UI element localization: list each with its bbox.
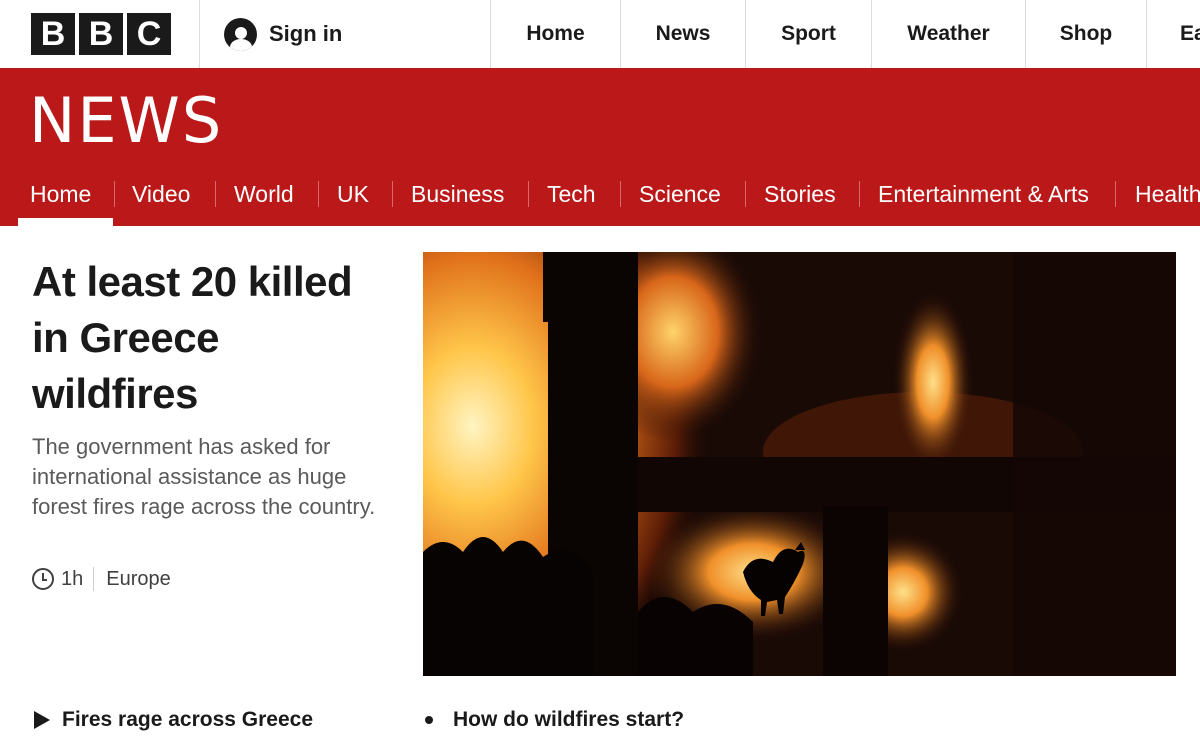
logo-letter: B <box>79 13 123 55</box>
divider <box>528 181 529 207</box>
global-nav-earth[interactable]: Ea <box>1180 0 1200 68</box>
top-story-headline[interactable]: At least 20 killed in Greece wildfires <box>32 254 392 422</box>
related-link-label: How do wildfires start? <box>453 708 685 731</box>
divider <box>392 181 393 207</box>
related-link-video[interactable]: Fires rage across Greece <box>34 704 313 736</box>
divider <box>859 181 860 207</box>
section-world[interactable]: World <box>234 168 294 226</box>
divider <box>620 181 621 207</box>
logo-letter: B <box>31 13 75 55</box>
story-meta: 1h Europe <box>32 564 171 594</box>
clock-icon <box>32 568 54 590</box>
bbc-logo[interactable]: B B C <box>31 13 171 55</box>
divider <box>1146 0 1147 68</box>
wildfire-photo <box>423 252 1176 676</box>
section-video[interactable]: Video <box>132 168 190 226</box>
news-wordmark[interactable]: NEWS <box>29 88 223 154</box>
section-science[interactable]: Science <box>639 168 721 226</box>
divider <box>215 181 216 207</box>
global-nav-home[interactable]: Home <box>491 0 620 68</box>
section-uk[interactable]: UK <box>337 168 369 226</box>
bullet-icon <box>425 716 433 724</box>
global-header: B B C Sign in Home News Sport Weather Sh… <box>0 0 1200 69</box>
global-nav-shop[interactable]: Shop <box>1026 0 1146 68</box>
story-region-link[interactable]: Europe <box>106 568 171 591</box>
section-entertainment-arts[interactable]: Entertainment & Arts <box>878 168 1089 226</box>
section-tech[interactable]: Tech <box>547 168 596 226</box>
top-story-summary: The government has asked for internation… <box>32 434 376 519</box>
active-section-indicator <box>18 218 113 226</box>
logo-letter: C <box>127 13 171 55</box>
user-icon <box>224 17 257 51</box>
global-nav-news[interactable]: News <box>621 0 745 68</box>
divider <box>199 0 200 68</box>
section-stories[interactable]: Stories <box>764 168 836 226</box>
global-nav-weather[interactable]: Weather <box>872 0 1025 68</box>
divider <box>318 181 319 207</box>
divider <box>745 181 746 207</box>
sign-in-label: Sign in <box>269 21 343 46</box>
global-nav-sport[interactable]: Sport <box>746 0 871 68</box>
story-timestamp: 1h <box>61 567 84 590</box>
related-link-label: Fires rage across Greece <box>62 708 313 731</box>
sign-in-button[interactable]: Sign in <box>224 0 342 68</box>
section-business[interactable]: Business <box>411 168 504 226</box>
related-link-article[interactable]: How do wildfires start? <box>425 704 684 736</box>
top-story-image[interactable] <box>423 252 1176 676</box>
divider <box>114 181 115 207</box>
divider <box>1115 181 1116 207</box>
divider <box>93 567 95 591</box>
section-health[interactable]: Health <box>1135 168 1200 226</box>
play-icon <box>34 711 50 729</box>
